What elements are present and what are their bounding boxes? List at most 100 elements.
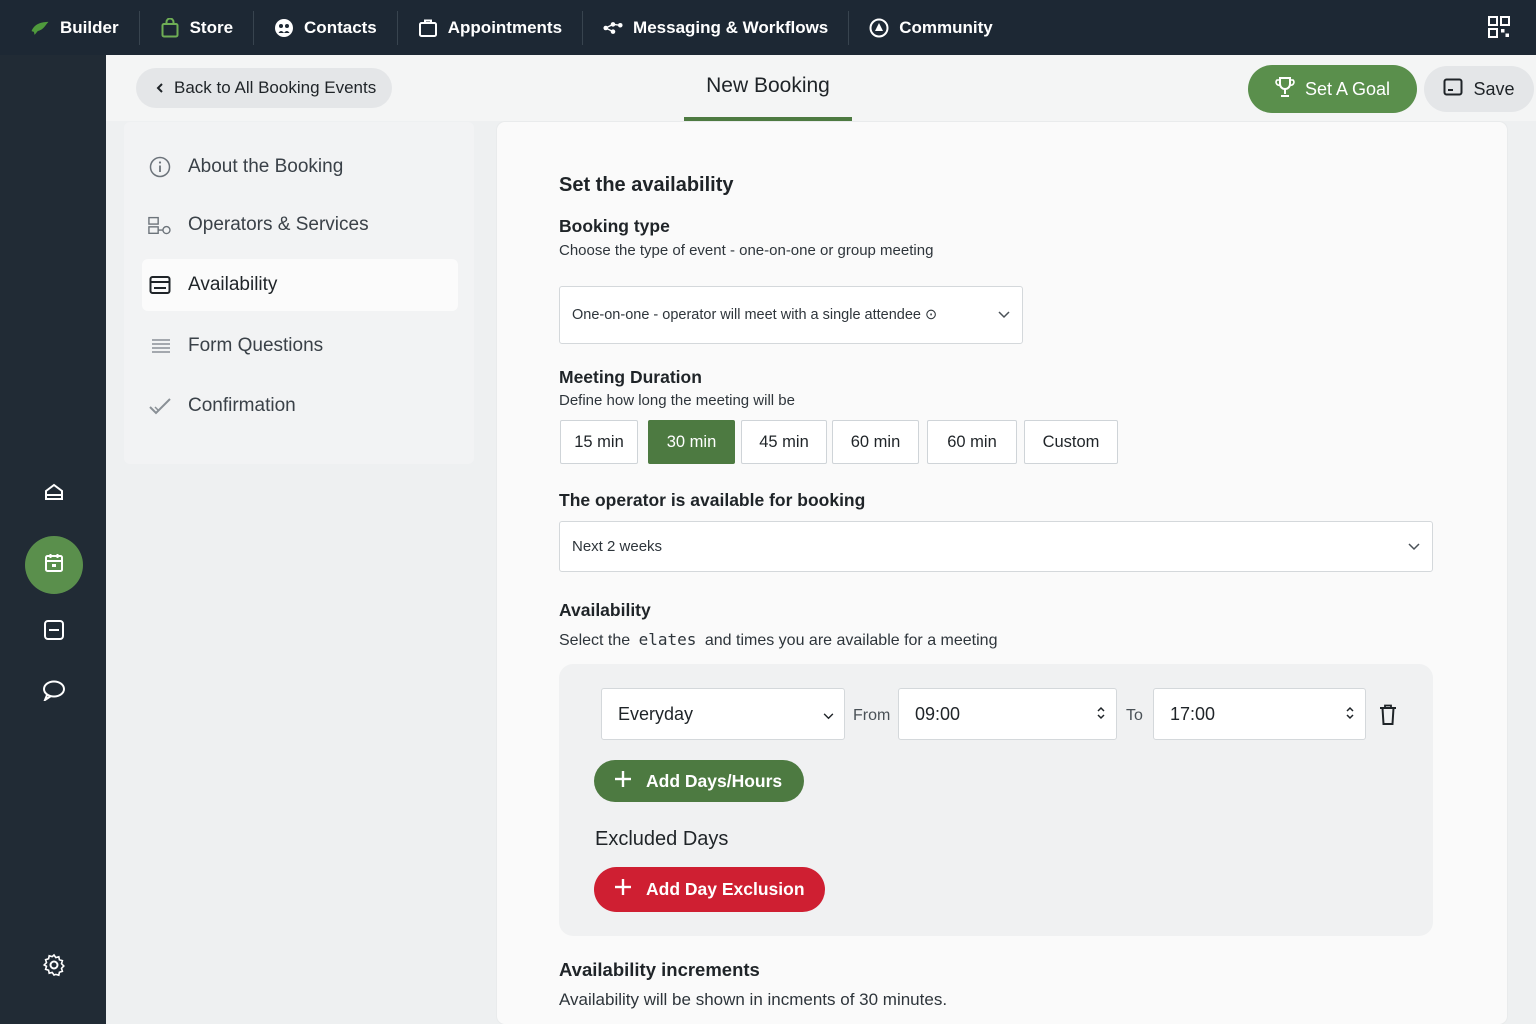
rail-settings-button[interactable] (25, 938, 83, 996)
chevron-left-icon (156, 78, 164, 98)
booking-type-select[interactable]: One-on-one - operator will meet with a s… (559, 286, 1023, 344)
home-icon (44, 483, 64, 506)
plus-icon (614, 770, 632, 793)
shopping-bag-icon (160, 17, 180, 38)
step-form-questions[interactable]: Form Questions (142, 320, 458, 372)
excluded-days-label: Excluded Days (595, 828, 729, 850)
nav-community-label: Community (899, 17, 993, 37)
add-days-hours-label: Add Days/Hours (646, 770, 783, 791)
availability-description-word: elates (638, 630, 697, 649)
list-icon (148, 334, 172, 358)
rail-card-button[interactable] (25, 603, 83, 661)
booking-type-description: Choose the type of event - one-on-one or… (559, 242, 934, 259)
plus-icon (614, 878, 632, 901)
nav-messaging-workflows[interactable]: Messaging & Workflows (583, 0, 848, 55)
duration-option-30[interactable]: 30 min (648, 420, 735, 464)
rail-calendar-button[interactable] (25, 536, 83, 594)
rail-chat-button[interactable] (25, 663, 83, 721)
page-title: New Booking (684, 55, 852, 121)
nav-community[interactable]: Community (849, 0, 1013, 55)
save-label: Save (1473, 78, 1515, 99)
top-navbar: Builder Store Contacts Appointments Mess… (0, 0, 1536, 55)
chat-icon (42, 679, 66, 706)
back-to-events-button[interactable]: Back to All Booking Events (136, 68, 393, 108)
to-label: To (1126, 707, 1143, 724)
stepper-icon[interactable] (1345, 704, 1355, 725)
add-day-exclusion-button[interactable]: Add Day Exclusion (594, 867, 825, 912)
duration-option-45[interactable]: 45 min (741, 420, 827, 464)
availability-icon (148, 273, 172, 297)
info-icon (148, 155, 172, 179)
step-label: Availability (188, 274, 278, 295)
rail-home-button[interactable] (25, 465, 83, 523)
step-label: Operators & Services (188, 214, 369, 235)
set-goal-label: Set A Goal (1304, 78, 1391, 99)
meeting-duration-label: Meeting Duration (559, 367, 702, 387)
calendar-icon (43, 552, 65, 579)
to-time-value: 17:00 (1170, 703, 1216, 724)
chevron-down-icon (998, 307, 1010, 323)
meeting-duration-description: Define how long the meeting will be (559, 392, 795, 409)
nav-appointments[interactable]: Appointments (398, 0, 582, 55)
step-about-booking[interactable]: About the Booking (142, 141, 458, 193)
nav-contacts-label: Contacts (304, 17, 377, 37)
booking-window-select[interactable]: Next 2 weeks (559, 521, 1433, 572)
duration-option-custom[interactable]: Custom (1024, 420, 1118, 464)
settings-icon (42, 953, 66, 982)
availability-increments-label: Availability increments (559, 959, 760, 980)
community-icon (869, 18, 889, 38)
booking-type-value: One-on-one - operator will meet with a s… (572, 307, 938, 323)
services-icon (148, 213, 172, 237)
step-availability[interactable]: Availability (142, 259, 458, 311)
save-icon (1443, 78, 1463, 101)
booking-steps-menu: About the Booking Operators & Services A… (124, 122, 474, 464)
nav-contacts[interactable]: Contacts (254, 0, 397, 55)
page-header: Back to All Booking Events New Booking S… (106, 55, 1536, 121)
leaf-logo-icon (30, 18, 50, 38)
save-button[interactable]: Save (1424, 66, 1534, 112)
left-rail (0, 55, 106, 1024)
section-title: Set the availability (559, 174, 734, 196)
add-days-hours-button[interactable]: Add Days/Hours (594, 760, 804, 802)
workflow-icon (603, 18, 623, 38)
apps-grid-icon[interactable] (1488, 16, 1510, 38)
booking-window-value: Next 2 weeks (572, 538, 663, 555)
availability-card: Set the availability Booking type Choose… (497, 122, 1507, 1024)
trophy-icon (1275, 76, 1295, 103)
nav-builder[interactable]: Builder (0, 0, 139, 55)
chevron-down-icon (1408, 538, 1420, 555)
availability-description-post: and times you are available for a meetin… (704, 632, 998, 649)
from-time-input[interactable]: 09:00 (898, 688, 1117, 740)
step-label: About the Booking (188, 156, 344, 177)
nav-store-label: Store (189, 17, 234, 37)
nav-appointments-label: Appointments (447, 17, 563, 37)
from-label: From (853, 707, 891, 724)
contacts-icon (274, 18, 294, 38)
set-goal-button[interactable]: Set A Goal (1248, 65, 1417, 113)
card-icon (43, 619, 65, 646)
trash-icon[interactable] (1379, 704, 1397, 731)
check-icon (148, 394, 172, 418)
day-value: Everyday (618, 703, 694, 724)
booking-type-label: Booking type (559, 216, 670, 236)
duration-option-15[interactable]: 15 min (560, 420, 638, 464)
to-time-input[interactable]: 17:00 (1153, 688, 1366, 740)
back-button-label: Back to All Booking Events (174, 78, 377, 97)
booking-window-label: The operator is available for booking (559, 490, 866, 510)
stepper-icon[interactable] (1096, 704, 1106, 725)
availability-description: Select the elates and times you are avai… (559, 630, 997, 650)
nav-messaging-label: Messaging & Workflows (633, 17, 829, 37)
chevron-down-icon (823, 704, 834, 725)
step-confirmation[interactable]: Confirmation (142, 380, 458, 432)
day-select[interactable]: Everyday (601, 688, 845, 740)
step-label: Confirmation (188, 395, 296, 416)
nav-builder-label: Builder (60, 17, 119, 37)
availability-label: Availability (559, 600, 651, 620)
step-operators-services[interactable]: Operators & Services (142, 199, 458, 251)
nav-store[interactable]: Store (140, 0, 253, 55)
duration-option-60[interactable]: 60 min (832, 420, 919, 464)
from-time-value: 09:00 (915, 703, 961, 724)
add-day-exclusion-label: Add Day Exclusion (646, 879, 805, 899)
step-label: Form Questions (188, 335, 324, 356)
duration-option-60b[interactable]: 60 min (927, 420, 1017, 464)
